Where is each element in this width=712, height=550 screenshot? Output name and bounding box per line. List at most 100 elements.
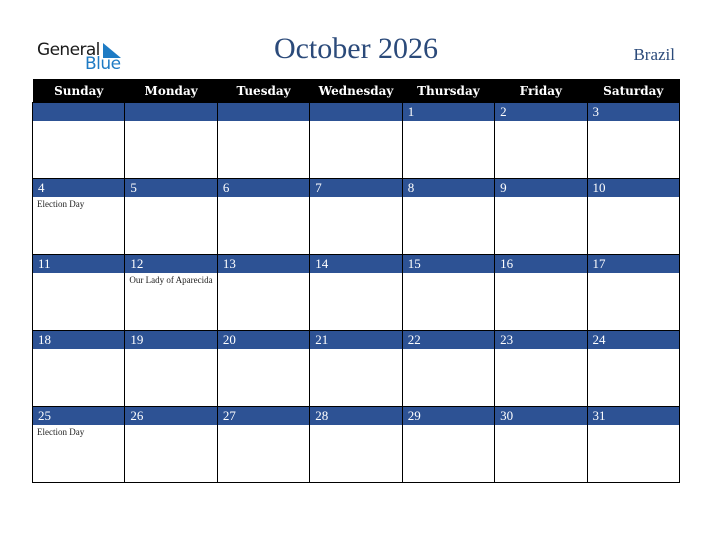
day-cell[interactable]: 25 Election Day	[31, 406, 126, 483]
holiday-label	[588, 425, 679, 429]
day-number: 8	[402, 179, 495, 197]
day-cell[interactable]: 17	[586, 254, 681, 331]
day-number	[33, 103, 125, 121]
day-number: 25	[33, 407, 125, 425]
holiday-label	[218, 121, 309, 125]
day-cell[interactable]: 28	[309, 406, 403, 483]
day-cell[interactable]: 30	[494, 406, 588, 483]
day-cell[interactable]: 4 Election Day	[31, 178, 126, 255]
day-cell[interactable]: 1	[401, 102, 496, 179]
day-number: 23	[495, 331, 587, 349]
weekday-header-wednesday: Wednesday	[309, 79, 403, 103]
day-cell[interactable]: 18	[31, 330, 126, 407]
calendar-grid: Sunday Monday Tuesday Wednesday Thursday Frid…	[31, 79, 681, 483]
day-cell[interactable]: 5	[124, 178, 218, 255]
day-number: 14	[310, 255, 402, 273]
day-cell[interactable]: 7	[309, 178, 403, 255]
day-number: 13	[217, 255, 310, 273]
day-cell[interactable]: 31	[586, 406, 681, 483]
day-cell[interactable]: 9	[494, 178, 588, 255]
day-number: 4	[33, 179, 125, 197]
day-cell[interactable]	[216, 102, 311, 179]
day-cell[interactable]: 15	[401, 254, 496, 331]
week-row: 123	[31, 102, 681, 179]
day-cell[interactable]: 14	[309, 254, 403, 331]
holiday-label	[125, 121, 216, 125]
day-number: 6	[217, 179, 310, 197]
holiday-label	[125, 349, 216, 353]
day-cell[interactable]: 23	[494, 330, 588, 407]
week-row: 18 19 20 21 22 23 24	[31, 330, 681, 407]
day-number: 5	[125, 179, 217, 197]
calendar-title: October 2026	[273, 32, 439, 65]
day-cell[interactable]: 13	[216, 254, 311, 331]
weekday-header-sunday: Sunday	[32, 79, 125, 103]
holiday-label	[125, 197, 216, 201]
holiday-label: Election Day	[37, 199, 85, 209]
day-number	[125, 103, 217, 121]
week-row: 11 12 Our Lady of Aparecida 13 14 15 16 17	[31, 254, 681, 331]
holiday-label	[588, 197, 679, 201]
day-cell[interactable]: 24	[586, 330, 681, 407]
holiday-label	[310, 121, 401, 125]
day-cell[interactable]: 21	[309, 330, 403, 407]
day-cell[interactable]	[31, 102, 126, 179]
holiday-label	[33, 273, 124, 277]
day-cell[interactable]: 2	[494, 102, 588, 179]
holiday-label	[588, 349, 679, 353]
weekday-header-friday: Friday	[494, 79, 588, 103]
holiday-label	[495, 273, 586, 277]
holiday-label	[403, 349, 494, 353]
holiday-label	[403, 121, 494, 125]
day-cell[interactable]: 11	[31, 254, 126, 331]
day-number: 17	[587, 255, 679, 273]
day-cell[interactable]: 3	[586, 102, 681, 179]
day-cell[interactable]: 26	[124, 406, 218, 483]
day-cell[interactable]: 29	[401, 406, 496, 483]
holiday-label: Our Lady of Aparecida	[129, 275, 213, 285]
holiday-label	[218, 425, 309, 429]
holiday-label	[495, 425, 586, 429]
holiday-label	[218, 197, 309, 201]
day-number: 21	[310, 331, 402, 349]
weekday-header-monday: Monday	[124, 79, 218, 103]
day-cell[interactable]: 20	[216, 330, 311, 407]
day-number: 28	[310, 407, 402, 425]
day-cell[interactable]	[124, 102, 218, 179]
day-cell[interactable]	[309, 102, 403, 179]
day-cell[interactable]: 22	[401, 330, 496, 407]
day-number: 3	[587, 103, 679, 121]
day-number: 27	[217, 407, 310, 425]
holiday-label	[218, 349, 309, 353]
holiday-label	[310, 197, 401, 201]
day-number	[217, 103, 310, 121]
day-cell[interactable]: 16	[494, 254, 588, 331]
holiday-label	[403, 273, 494, 277]
weekday-header-tuesday: Tuesday	[217, 79, 310, 103]
day-cell[interactable]: 19	[124, 330, 218, 407]
holiday-label	[310, 349, 401, 353]
holiday-label: Election Day	[37, 427, 85, 437]
day-number: 31	[587, 407, 679, 425]
holiday-label	[495, 121, 586, 125]
day-cell[interactable]: 6	[216, 178, 311, 255]
day-number: 26	[125, 407, 217, 425]
day-number: 22	[402, 331, 495, 349]
weekday-header-row: Sunday Monday Tuesday Wednesday Thursday Frid…	[32, 79, 680, 103]
day-number: 1	[402, 103, 495, 121]
week-row: 4 Election Day 5 6 7 8 9 10	[31, 178, 681, 255]
holiday-label	[33, 349, 124, 353]
day-cell[interactable]: 27	[216, 406, 311, 483]
day-number: 16	[495, 255, 587, 273]
holiday-label	[588, 121, 679, 125]
holiday-label	[310, 425, 401, 429]
day-cell[interactable]: 10	[586, 178, 681, 255]
day-number: 24	[587, 331, 679, 349]
weekday-header-saturday: Saturday	[587, 79, 680, 103]
holiday-label	[403, 425, 494, 429]
day-number: 15	[402, 255, 495, 273]
day-cell[interactable]: 12 Our Lady of Aparecida	[124, 254, 218, 331]
day-cell[interactable]: 8	[401, 178, 496, 255]
day-number: 10	[587, 179, 679, 197]
holiday-label	[218, 273, 309, 277]
